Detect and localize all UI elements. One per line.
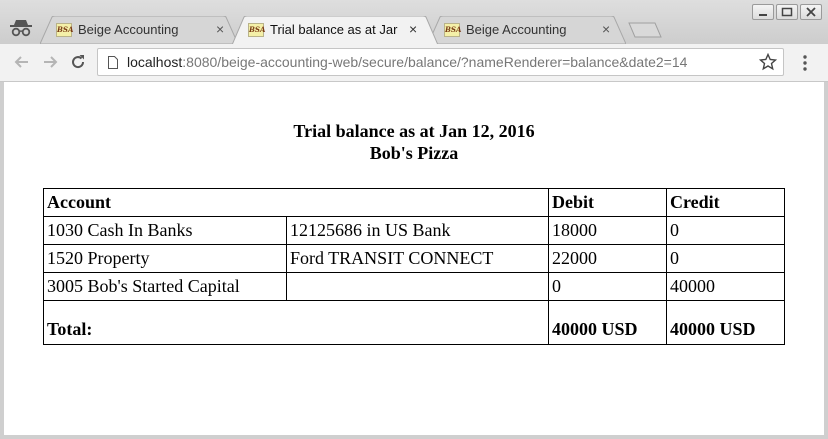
table-row: 1520 Property Ford TRANSIT CONNECT 22000… (43, 244, 785, 273)
tab-close-icon[interactable]: × (602, 22, 610, 36)
tab-close-icon[interactable]: × (409, 22, 417, 36)
header-credit: Credit (666, 188, 785, 217)
new-tab-button[interactable] (628, 22, 662, 38)
menu-dots-icon[interactable] (797, 53, 813, 73)
tab-trial-balance[interactable]: BSA Trial balance as at Jar × (232, 16, 438, 44)
close-window-button[interactable] (800, 4, 822, 20)
trial-balance-table: Account Debit Credit 1030 Cash In Banks … (43, 188, 785, 345)
browser-window: BSA Beige Accounting × BSA Beige Account… (0, 0, 828, 439)
tab-beige-accounting-1[interactable]: BSA Beige Accounting × (40, 16, 238, 44)
header-account: Account (43, 188, 549, 217)
total-label: Total: (43, 300, 549, 345)
total-debit: 40000 USD (548, 300, 667, 345)
report-heading: Trial balance as at Jan 12, 2016 Bob's P… (4, 120, 824, 164)
bookmark-star-icon[interactable] (759, 53, 777, 71)
cell-debit: 0 (548, 272, 667, 301)
reload-icon[interactable] (68, 52, 88, 72)
cell-credit: 0 (666, 216, 785, 245)
cell-credit: 0 (666, 244, 785, 273)
tab-title: Beige Accounting (78, 22, 179, 37)
table-header-row: Account Debit Credit (43, 188, 785, 217)
url-path: :8080/beige-accounting-web/secure/balanc… (182, 54, 688, 70)
report-title: Trial balance as at Jan 12, 2016 (293, 121, 535, 141)
forward-arrow-icon[interactable] (40, 52, 60, 72)
page-icon (108, 56, 118, 69)
cell-account: 1030 Cash In Banks (43, 216, 287, 245)
page-content: Trial balance as at Jan 12, 2016 Bob's P… (4, 82, 824, 435)
table-row: 3005 Bob's Started Capital 0 40000 (43, 272, 785, 301)
bsa-favicon-icon: BSA (56, 23, 73, 37)
header-debit: Debit (548, 188, 667, 217)
table-row: 1030 Cash In Banks 12125686 in US Bank 1… (43, 216, 785, 245)
url-host: localhost (127, 54, 183, 70)
bsa-favicon-icon: BSA (248, 23, 265, 37)
cell-account: 1520 Property (43, 244, 287, 273)
url-text: localhost:8080/beige-accounting-web/secu… (127, 54, 759, 70)
cell-subaccount: Ford TRANSIT CONNECT (286, 244, 549, 273)
maximize-button[interactable] (776, 4, 798, 20)
total-row: Total: 40000 USD 40000 USD (43, 300, 785, 345)
back-arrow-icon[interactable] (12, 52, 32, 72)
cell-debit: 18000 (548, 216, 667, 245)
tab-close-icon[interactable]: × (216, 22, 224, 36)
cell-credit: 40000 (666, 272, 785, 301)
cell-subaccount: 12125686 in US Bank (286, 216, 549, 245)
incognito-icon (10, 20, 32, 37)
browser-toolbar: localhost:8080/beige-accounting-web/secu… (0, 44, 828, 82)
tab-strip: BSA Beige Accounting × BSA Beige Account… (0, 0, 828, 44)
cell-account: 3005 Bob's Started Capital (43, 272, 287, 301)
cell-debit: 22000 (548, 244, 667, 273)
bsa-favicon-icon: BSA (444, 23, 461, 37)
cell-subaccount (286, 272, 549, 301)
company-name: Bob's Pizza (369, 143, 459, 163)
minimize-button[interactable] (752, 4, 774, 20)
tab-title: Beige Accounting (466, 22, 567, 37)
tab-beige-accounting-2[interactable]: BSA Beige Accounting × (428, 16, 626, 44)
address-bar[interactable]: localhost:8080/beige-accounting-web/secu… (97, 48, 784, 76)
total-credit: 40000 USD (666, 300, 785, 345)
tab-title: Trial balance as at Jar (270, 22, 398, 37)
